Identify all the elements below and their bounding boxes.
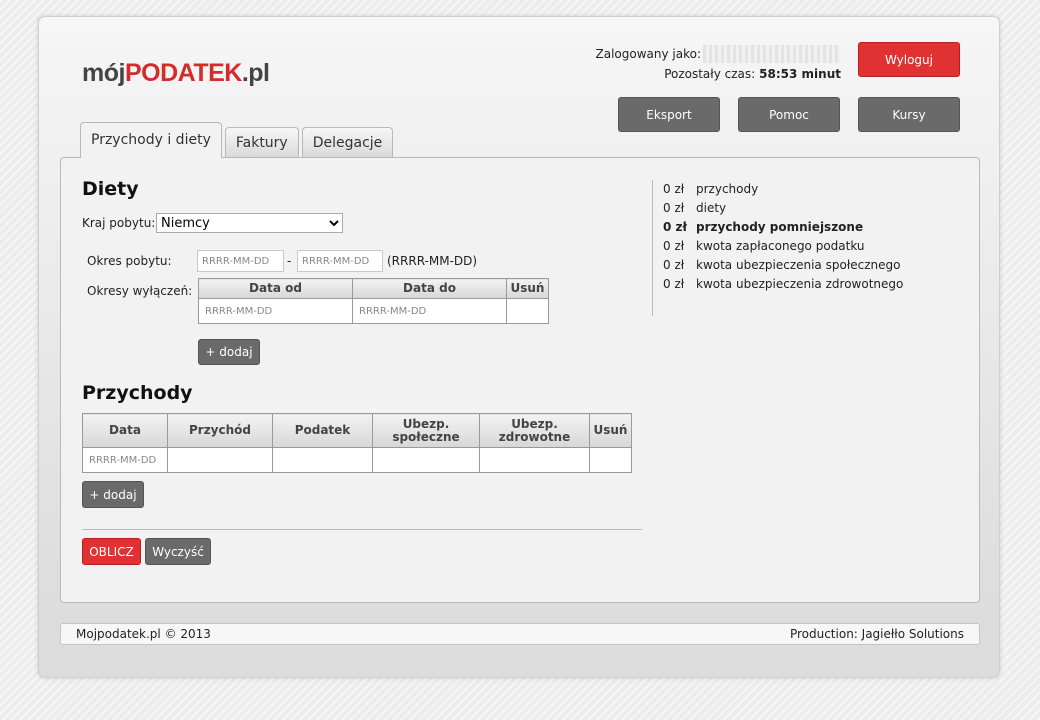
tab-income-and-diets[interactable]: Przychody i diety xyxy=(80,122,222,158)
date-separator: - xyxy=(287,254,292,268)
tab-invoices[interactable]: Faktury xyxy=(224,127,299,158)
income-col-delete: Usuń xyxy=(589,413,632,448)
main-container: mójPODATEK.pl Zalogowany jako: Pozostały… xyxy=(38,16,1000,678)
summary-social-insurance-label: kwota ubezpieczenia społecznego xyxy=(696,258,901,272)
export-button[interactable]: Eksport xyxy=(618,97,720,132)
summary-income-label: przychody xyxy=(696,182,759,196)
time-left-label: Pozostały czas: xyxy=(664,67,756,81)
stay-date-from-input[interactable] xyxy=(197,250,284,272)
exclusions-col-delete: Usuń xyxy=(506,278,549,299)
summary-row-income: 0 zł przychody xyxy=(663,180,903,199)
stay-date-to-input[interactable] xyxy=(297,250,383,272)
time-left-value: 58:53 minut xyxy=(759,67,841,81)
summary-health-insurance-label: kwota ubezpieczenia zdrowotnego xyxy=(696,277,904,291)
exclusion-delete-cell[interactable] xyxy=(506,298,549,324)
income-col-date: Data xyxy=(82,413,168,448)
footer: Mojpodatek.pl © 2013 Production: Jagiełł… xyxy=(60,623,980,645)
summary-panel: 0 zł przychody 0 zł diety 0 zł przychody… xyxy=(652,180,903,316)
summary-row-social-insurance: 0 zł kwota ubezpieczenia społecznego xyxy=(663,256,903,275)
username-redacted xyxy=(703,45,841,63)
logout-button[interactable]: Wyloguj xyxy=(858,42,960,77)
exclusion-date-from-input[interactable] xyxy=(199,305,352,317)
income-col-social-insurance: Ubezp. społeczne xyxy=(372,413,480,448)
table-row xyxy=(198,298,549,324)
exclusions-table: Data od Data do Usuń xyxy=(198,278,549,324)
date-format-hint: (RRRR-MM-DD) xyxy=(387,254,478,268)
table-row xyxy=(82,447,632,473)
section-divider xyxy=(82,529,642,530)
summary-reduced-income-label: przychody pomniejszone xyxy=(696,220,864,234)
add-exclusion-button[interactable]: + dodaj xyxy=(198,339,260,365)
exclusions-label: Okresy wyłączeń: xyxy=(87,284,193,298)
summary-tax-paid-value: 0 zł xyxy=(663,239,685,253)
summary-row-health-insurance: 0 zł kwota ubezpieczenia zdrowotnego xyxy=(663,275,903,294)
tab-bar: Przychody i diety Faktury Delegacje xyxy=(80,122,396,158)
stay-period-label: Okres pobytu: xyxy=(87,254,172,268)
income-col-health-insurance: Ubezp. zdrowotne xyxy=(479,413,590,448)
income-table: Data Przychód Podatek Ubezp. społeczne U… xyxy=(82,413,632,473)
income-delete-cell[interactable] xyxy=(589,447,632,473)
summary-row-diets: 0 zł diety xyxy=(663,199,903,218)
summary-row-reduced-income: 0 zł przychody pomniejszone xyxy=(663,218,903,237)
clear-button[interactable]: Wyczyść xyxy=(145,538,211,565)
income-tax-input[interactable] xyxy=(273,454,372,466)
logo-text-domain: .pl xyxy=(241,59,270,87)
summary-reduced-income-value: 0 zł xyxy=(663,220,687,234)
summary-diets-label: diety xyxy=(696,201,727,215)
income-health-input[interactable] xyxy=(480,454,589,466)
income-date-input[interactable] xyxy=(83,454,167,466)
calculate-button[interactable]: OBLICZ xyxy=(82,538,141,565)
footer-production: Production: Jagiełło Solutions xyxy=(789,627,964,641)
summary-tax-paid-label: kwota zapłaconego podatku xyxy=(696,239,865,253)
logged-as-label: Zalogowany jako: xyxy=(595,47,702,61)
logo-text-podatek: PODATEK xyxy=(124,59,242,87)
income-amount-input[interactable] xyxy=(168,454,272,466)
summary-social-insurance-value: 0 zł xyxy=(663,258,685,272)
exclusion-date-to-input[interactable] xyxy=(353,305,506,317)
summary-row-tax-paid: 0 zł kwota zapłaconego podatku xyxy=(663,237,903,256)
login-info: Zalogowany jako: Pozostały czas: 58:53 m… xyxy=(595,44,841,84)
income-title: Przychody xyxy=(82,382,193,404)
site-logo[interactable]: mójPODATEK.pl xyxy=(82,59,270,88)
diets-title: Diety xyxy=(82,178,139,200)
income-col-income: Przychód xyxy=(167,413,273,448)
summary-health-insurance-value: 0 zł xyxy=(663,277,685,291)
tab-panel: Diety Kraj pobytu: Niemcy Okres pobytu: … xyxy=(60,157,980,603)
footer-copyright: Mojpodatek.pl © 2013 xyxy=(76,627,211,641)
tab-delegations[interactable]: Delegacje xyxy=(301,127,394,158)
income-col-tax: Podatek xyxy=(272,413,373,448)
exclusions-col-date-to: Data do xyxy=(352,278,507,299)
rates-button[interactable]: Kursy xyxy=(858,97,960,132)
country-label: Kraj pobytu: xyxy=(82,216,156,230)
add-income-button[interactable]: + dodaj xyxy=(82,481,144,508)
exclusions-col-date-from: Data od xyxy=(198,278,353,299)
country-select[interactable]: Niemcy xyxy=(156,213,343,233)
summary-diets-value: 0 zł xyxy=(663,201,685,215)
logo-text-moj: mój xyxy=(82,59,125,87)
help-button[interactable]: Pomoc xyxy=(738,97,840,132)
summary-income-value: 0 zł xyxy=(663,182,685,196)
income-social-input[interactable] xyxy=(373,454,479,466)
